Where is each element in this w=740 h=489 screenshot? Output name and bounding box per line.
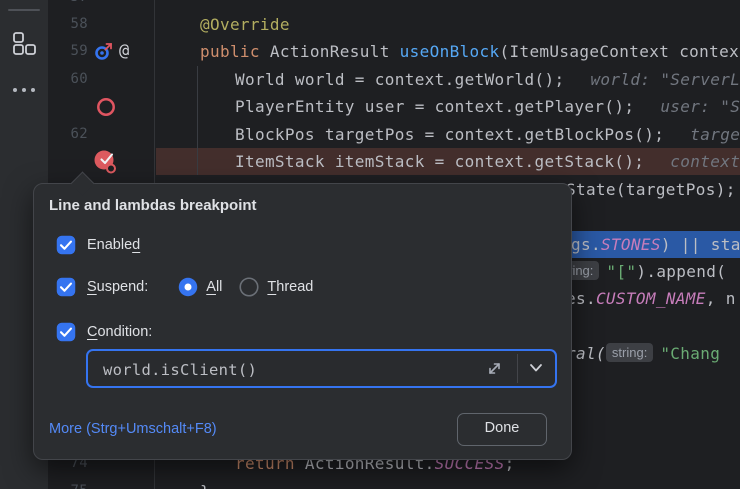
code-text[interactable]: BlockPos targetPos = context.getBlockPos…	[235, 121, 740, 148]
line-number[interactable]: 62	[48, 121, 88, 148]
enabled-label: Enabled	[87, 237, 140, 253]
mnemonic: A	[206, 279, 216, 295]
code-fragment: ags.STONES) || sta	[561, 231, 740, 258]
method-name: useOnBlock	[400, 42, 500, 61]
radio-all-label[interactable]: All	[206, 279, 222, 295]
suspend-label: Suspend:	[87, 279, 148, 295]
line-number[interactable]: 57	[48, 0, 88, 11]
code-text[interactable]: ItemStack itemStack = context.getStack()…	[235, 148, 740, 175]
param-hint-chip: string:	[606, 343, 653, 362]
code-line[interactable]: 58 @Override	[0, 11, 740, 38]
code-line[interactable]: 75 }	[0, 478, 740, 489]
mnemonic: d	[132, 237, 140, 253]
mnemonic: C	[87, 324, 97, 340]
inline-debug-hint: targe	[690, 125, 740, 144]
code-line[interactable]: 62 BlockPos targetPos = context.getBlock…	[0, 121, 740, 148]
code-text[interactable]: @Override	[200, 11, 290, 38]
mnemonic: S	[87, 279, 97, 295]
suspend-checkbox[interactable]	[56, 277, 76, 297]
code-fragment: pes.CUSTOM_NAME, n	[556, 285, 736, 312]
code-line[interactable]: 60 World world = context.getWorld(); worl…	[0, 66, 740, 93]
condition-row: Condition:	[56, 322, 152, 342]
condition-label: Condition:	[87, 324, 152, 340]
breakpoint-ring-icon[interactable]	[96, 97, 116, 117]
string-literal: "["	[606, 262, 636, 281]
radio-all[interactable]	[178, 277, 198, 297]
radio-thread[interactable]	[239, 277, 259, 297]
type: ActionResult	[270, 42, 400, 61]
code-fragment: kState(targetPos);	[556, 176, 736, 203]
constant: STONES	[601, 235, 661, 254]
label-text: Enable	[87, 237, 132, 253]
code-text[interactable]: PlayerEntity user = context.getPlayer();…	[235, 93, 740, 120]
code-text[interactable]: World world = context.getWorld(); world: …	[235, 66, 740, 93]
statement: World world = context.getWorld();	[235, 70, 564, 89]
label-text: hread	[276, 279, 313, 295]
string-literal: "Chang	[660, 344, 720, 363]
breakpoint-popup: Line and lambdas breakpoint Enabled Susp…	[33, 183, 572, 460]
condition-input[interactable]	[101, 351, 435, 388]
label-text: ll	[216, 279, 222, 295]
radio-thread-label[interactable]: Thread	[267, 279, 313, 295]
inline-debug-hint: world: "ServerL	[590, 70, 740, 89]
enabled-checkbox[interactable]	[56, 235, 76, 255]
line-number[interactable]: 58	[48, 11, 88, 38]
done-button[interactable]: Done	[457, 413, 547, 446]
expand-icon[interactable]	[486, 360, 503, 377]
constant: CUSTOM_NAME	[596, 289, 706, 308]
suspend-row: Suspend: All Thread	[56, 277, 313, 297]
mnemonic: T	[267, 279, 276, 295]
inline-debug-hint: user: "S	[660, 97, 740, 116]
statement: ItemStack itemStack = context.getStack()…	[235, 152, 644, 171]
code-text: ) || sta	[661, 235, 740, 254]
line-number[interactable]: 60	[48, 66, 88, 93]
code-text[interactable]: public ActionResult useOnBlock(ItemUsage…	[200, 38, 740, 65]
popup-title: Line and lambdas breakpoint	[49, 197, 257, 214]
params: (ItemUsageContext context	[500, 42, 740, 61]
code-text[interactable]: }	[200, 478, 210, 489]
code-text: , n	[706, 289, 736, 308]
code-line[interactable]: 57	[0, 0, 740, 11]
code-fragment: string:"[").append(	[552, 258, 726, 285]
condition-input-wrapper	[86, 349, 557, 388]
enabled-row: Enabled	[56, 235, 140, 255]
keyword: public	[200, 42, 270, 61]
line-number[interactable]: 75	[48, 478, 88, 489]
inline-debug-hint: context	[670, 152, 740, 171]
annotation-gutter-icon[interactable]: @	[119, 38, 129, 65]
code-fragment: eral(string:"Chang	[556, 340, 720, 367]
input-divider	[517, 354, 518, 383]
label-text: ondition:	[97, 324, 152, 340]
line-number[interactable]: 59	[48, 38, 88, 65]
overrides-method-icon[interactable]	[94, 41, 114, 62]
code-line[interactable]: PlayerEntity user = context.getPlayer();…	[0, 93, 740, 120]
breakpoint-checked-icon[interactable]	[93, 149, 119, 175]
statement: PlayerEntity user = context.getPlayer();	[235, 97, 634, 116]
statement: BlockPos targetPos = context.getBlockPos…	[235, 125, 664, 144]
chevron-down-icon[interactable]	[528, 362, 544, 374]
more-link[interactable]: More (Strg+Umschalt+F8)	[49, 421, 217, 437]
label-text: uspend:	[97, 279, 149, 295]
code-line[interactable]: 59 @ public ActionResult useOnBlock(Item…	[0, 38, 740, 65]
code-text: ).append(	[636, 262, 726, 281]
ide-window: 57 58 @Override 59 @ public ActionResult…	[0, 0, 740, 489]
condition-checkbox[interactable]	[56, 322, 76, 342]
code-line[interactable]: ItemStack itemStack = context.getStack()…	[0, 148, 740, 175]
